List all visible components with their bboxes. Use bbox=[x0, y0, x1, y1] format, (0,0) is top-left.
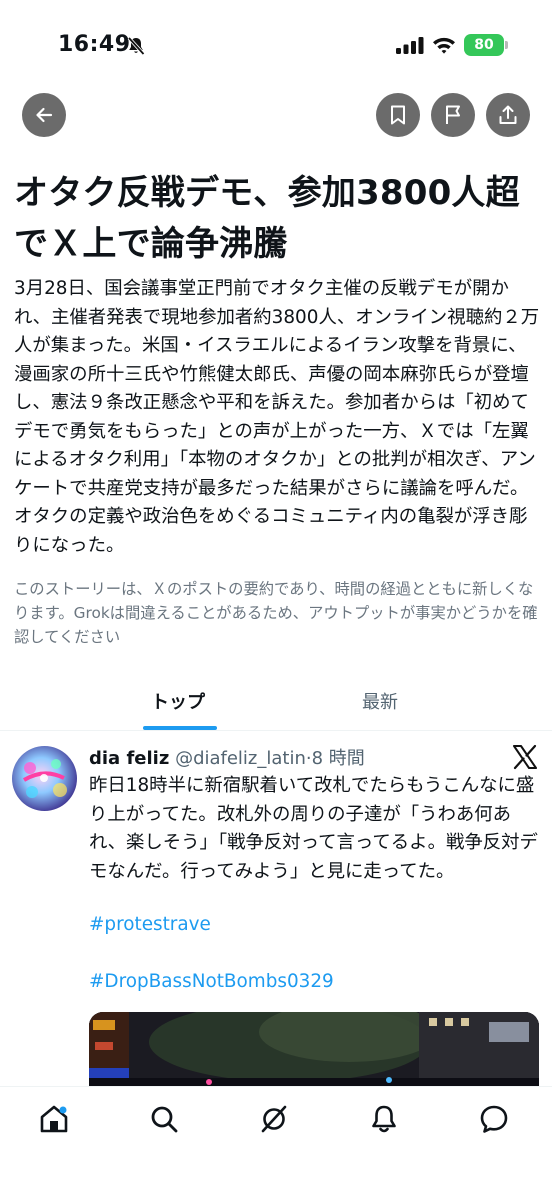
active-tab-indicator bbox=[143, 726, 217, 730]
post-text: 昨日18時半に新宿駅着いて改札でたらもうこんなに盛り上がってた。改札外の周りの子… bbox=[89, 775, 538, 882]
share-button[interactable] bbox=[486, 93, 530, 137]
author-name[interactable]: dia feliz bbox=[89, 748, 169, 769]
bookmark-icon bbox=[391, 105, 405, 125]
flag-button[interactable] bbox=[431, 93, 475, 137]
avatar-image bbox=[12, 746, 77, 811]
tab-latest[interactable]: 最新 bbox=[362, 688, 398, 714]
share-icon bbox=[499, 105, 517, 124]
notifications-icon[interactable] bbox=[368, 1103, 400, 1135]
grok-icon[interactable] bbox=[258, 1103, 290, 1135]
back-arrow-icon bbox=[36, 107, 53, 123]
wifi-icon bbox=[433, 37, 455, 54]
cellular-signal-icon bbox=[396, 37, 424, 54]
flag-icon bbox=[446, 105, 460, 124]
post-media[interactable] bbox=[89, 1012, 539, 1088]
hashtag-link[interactable]: #protestrave bbox=[89, 914, 211, 935]
x-logo-icon bbox=[513, 744, 537, 770]
home-icon[interactable] bbox=[38, 1103, 70, 1135]
battery-level: 80 bbox=[474, 37, 494, 53]
status-time: 16:49 bbox=[58, 32, 131, 57]
messages-icon[interactable] bbox=[478, 1103, 510, 1135]
bottom-navigation bbox=[0, 1086, 552, 1200]
hashtag-link[interactable]: #DropBassNotBombs0329 bbox=[89, 971, 334, 992]
status-bar: 16:49 80 bbox=[0, 0, 552, 92]
story-disclaimer: このストーリーは、Ｘのポストの要約であり、時間の経過とともに新しくなります。Gr… bbox=[14, 580, 538, 646]
tab-top[interactable]: トップ bbox=[151, 688, 205, 714]
post-media-image bbox=[89, 1012, 539, 1088]
post-time: ·8 時間 bbox=[305, 748, 365, 769]
back-button[interactable] bbox=[22, 93, 66, 137]
post-tabs: トップ 最新 bbox=[0, 672, 552, 731]
battery-cap bbox=[505, 41, 508, 49]
avatar[interactable] bbox=[12, 746, 77, 811]
bookmark-button[interactable] bbox=[376, 93, 420, 137]
story-summary: 3月28日、国会議事堂正門前でオタク主催の反戦デモが開かれ、主催者発表で現地参加… bbox=[14, 278, 540, 556]
bell-slash-icon bbox=[127, 36, 145, 56]
battery-icon: 80 bbox=[464, 34, 504, 56]
post-header: dia feliz @diafeliz_latin·8 時間 bbox=[89, 744, 365, 770]
story-headline: オタク反戦デモ、参加3800人超でＸ上で論争沸騰 bbox=[14, 173, 520, 264]
search-icon[interactable] bbox=[148, 1103, 180, 1135]
author-handle[interactable]: @diafeliz_latin bbox=[175, 748, 306, 769]
